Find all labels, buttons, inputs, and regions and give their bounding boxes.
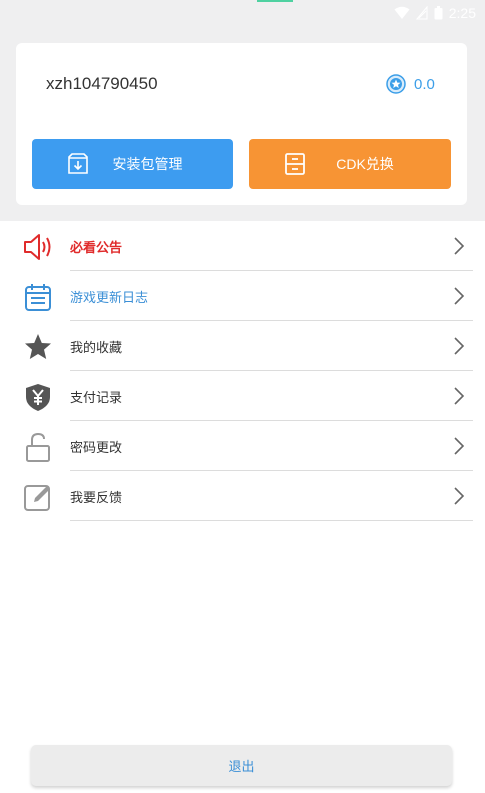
download-box-icon bbox=[68, 153, 88, 174]
menu-label-payment-records: 支付记录 bbox=[70, 391, 123, 406]
cabinet-icon bbox=[285, 153, 305, 175]
yen-shield-icon bbox=[26, 384, 50, 411]
chevron-right-icon bbox=[454, 437, 465, 455]
cdk-redeem-button[interactable]: CDK兑换 bbox=[249, 139, 451, 189]
coin-icon bbox=[386, 74, 406, 94]
menu-list: 必看公告 游戏更新日志 我的收藏 支付记录 密码更改 我要反馈 bbox=[0, 221, 485, 793]
menu-item-update-log[interactable]: 游戏更新日志 bbox=[0, 271, 485, 321]
menu-label-announcement: 必看公告 bbox=[70, 241, 123, 256]
menu-item-favorites[interactable]: 我的收藏 bbox=[0, 321, 485, 371]
username: xzh104790450 bbox=[46, 74, 158, 93]
chevron-right-icon bbox=[454, 487, 465, 505]
menu-label-favorites: 我的收藏 bbox=[70, 341, 123, 356]
clock: 2:25 bbox=[448, 5, 476, 21]
logout-button[interactable]: 退出 bbox=[31, 745, 452, 786]
menu-label-feedback: 我要反馈 bbox=[70, 491, 123, 506]
speaker-icon bbox=[24, 234, 51, 260]
account-card: xzh104790450 0.0 安装包管理 CDK兑换 bbox=[16, 43, 467, 205]
star-icon bbox=[25, 334, 51, 359]
menu-label-change-password: 密码更改 bbox=[70, 441, 123, 456]
coin-value: 0.0 bbox=[414, 75, 435, 93]
chevron-right-icon bbox=[454, 287, 465, 305]
status-bar: 2:25 bbox=[0, 0, 485, 28]
chevron-right-icon bbox=[454, 337, 465, 355]
install-package-label: 安装包管理 bbox=[112, 156, 183, 172]
divider bbox=[70, 520, 473, 521]
edit-icon bbox=[24, 485, 50, 511]
signal-icon bbox=[415, 6, 428, 20]
coin-balance[interactable]: 0.0 bbox=[386, 74, 435, 94]
status-icons: 2:25 bbox=[394, 5, 476, 21]
cdk-redeem-label: CDK兑换 bbox=[336, 156, 394, 172]
calendar-icon bbox=[25, 284, 51, 311]
wifi-icon bbox=[394, 6, 410, 19]
chevron-right-icon bbox=[454, 237, 465, 255]
menu-item-feedback[interactable]: 我要反馈 bbox=[0, 471, 485, 521]
menu-item-payment-records[interactable]: 支付记录 bbox=[0, 371, 485, 421]
install-package-button[interactable]: 安装包管理 bbox=[32, 139, 233, 189]
menu-label-update-log: 游戏更新日志 bbox=[70, 291, 149, 306]
menu-item-change-password[interactable]: 密码更改 bbox=[0, 421, 485, 471]
menu-item-announcement[interactable]: 必看公告 bbox=[0, 221, 485, 271]
battery-icon bbox=[434, 6, 443, 20]
status-notch bbox=[257, 0, 293, 2]
unlock-icon bbox=[26, 432, 50, 462]
chevron-right-icon bbox=[454, 387, 465, 405]
